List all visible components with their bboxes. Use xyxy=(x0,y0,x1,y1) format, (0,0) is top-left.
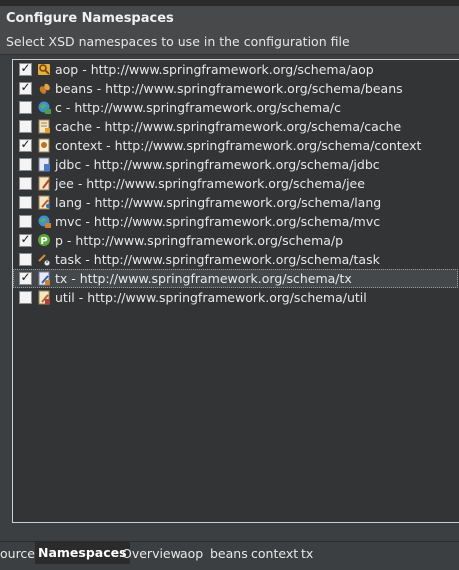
jdbc-icon xyxy=(38,157,50,172)
beans-icon xyxy=(39,83,50,94)
namespace-row-p[interactable]: ✓ P p - http://www.springframework.org/s… xyxy=(13,231,458,250)
namespace-row-jee[interactable]: jee - http://www.springframework.org/sch… xyxy=(13,174,458,193)
namespace-label: cache - http://www.springframework.org/s… xyxy=(55,119,402,134)
context-icon xyxy=(38,138,50,153)
tab-aop[interactable]: aop xyxy=(177,543,206,564)
check-mark: ✓ xyxy=(20,270,31,284)
namespace-list[interactable]: ✓ aop - http://www.springframework.org/s… xyxy=(12,59,459,523)
namespace-label: lang - http://www.springframework.org/sc… xyxy=(55,195,382,210)
tab-tx[interactable]: tx xyxy=(298,543,316,564)
namespace-checkbox-jdbc[interactable] xyxy=(19,158,32,171)
namespace-label: tx - http://www.springframework.org/sche… xyxy=(55,271,352,286)
namespace-label: jee - http://www.springframework.org/sch… xyxy=(55,176,365,191)
tab-source[interactable]: ource xyxy=(0,543,38,564)
check-mark: ✓ xyxy=(20,232,31,246)
namespace-checkbox-c[interactable] xyxy=(19,101,32,114)
namespace-checkbox-lang[interactable] xyxy=(19,196,32,209)
tab-beans[interactable]: beans xyxy=(207,543,251,564)
namespace-row-task[interactable]: task - http://www.springframework.org/sc… xyxy=(13,250,458,269)
check-mark: ✓ xyxy=(20,137,31,151)
namespace-row-jdbc[interactable]: jdbc - http://www.springframework.org/sc… xyxy=(13,155,458,174)
namespace-checkbox-util[interactable] xyxy=(19,291,32,304)
editor-tab-bar: ource Namespaces Overview aop beans cont… xyxy=(0,541,459,570)
namespace-label: p - http://www.springframework.org/schem… xyxy=(55,233,344,248)
check-mark: ✓ xyxy=(20,80,31,94)
namespace-checkbox-task[interactable] xyxy=(19,253,32,266)
dialog-subtitle: Select XSD namespaces to use in the conf… xyxy=(6,34,350,49)
namespace-checkbox-p[interactable]: ✓ xyxy=(19,232,32,247)
tab-context[interactable]: context xyxy=(248,543,301,564)
namespace-row-aop[interactable]: ✓ aop - http://www.springframework.org/s… xyxy=(13,60,458,79)
c-globe-icon xyxy=(38,101,51,114)
namespace-row-lang[interactable]: lang - http://www.springframework.org/sc… xyxy=(13,193,458,212)
namespace-row-context[interactable]: ✓ context - http://www.springframework.o… xyxy=(13,136,458,155)
namespace-label: aop - http://www.springframework.org/sch… xyxy=(55,62,374,77)
namespace-label: util - http://www.springframework.org/sc… xyxy=(55,290,367,305)
namespace-row-mvc[interactable]: mvc - http://www.springframework.org/sch… xyxy=(13,212,458,231)
namespace-row-cache[interactable]: cache - http://www.springframework.org/s… xyxy=(13,117,458,136)
tab-overview[interactable]: Overview xyxy=(119,543,184,564)
task-icon xyxy=(38,254,51,267)
namespace-label: context - http://www.springframework.org… xyxy=(55,138,422,153)
util-icon xyxy=(38,290,50,305)
namespace-checkbox-beans[interactable]: ✓ xyxy=(19,80,32,95)
namespace-row-beans[interactable]: ✓ beans - http://www.springframework.org… xyxy=(13,79,458,98)
p-icon: P xyxy=(38,234,50,247)
namespace-label: c - http://www.springframework.org/schem… xyxy=(55,100,341,115)
mvc-globe-icon xyxy=(38,215,51,228)
namespace-row-tx[interactable]: ✓ tx - http://www.springframework.org/sc… xyxy=(13,269,458,288)
namespace-label: jdbc - http://www.springframework.org/sc… xyxy=(55,157,380,172)
namespace-checkbox-jee[interactable] xyxy=(19,177,32,190)
jee-icon xyxy=(38,176,50,191)
lang-icon xyxy=(38,195,50,210)
namespace-row-c[interactable]: c - http://www.springframework.org/schem… xyxy=(13,98,458,117)
namespace-row-util[interactable]: util - http://www.springframework.org/sc… xyxy=(13,288,458,307)
tx-icon xyxy=(38,271,50,286)
svg-text:P: P xyxy=(40,236,47,247)
namespace-checkbox-mvc[interactable] xyxy=(19,215,32,228)
namespace-checkbox-tx[interactable]: ✓ xyxy=(19,270,32,285)
namespace-checkbox-cache[interactable] xyxy=(19,120,32,133)
dialog-header: Configure Namespaces Select XSD namespac… xyxy=(0,6,459,55)
tab-namespaces[interactable]: Namespaces xyxy=(35,542,130,564)
namespace-label: mvc - http://www.springframework.org/sch… xyxy=(55,214,381,229)
namespace-label: task - http://www.springframework.org/sc… xyxy=(55,252,380,267)
namespace-checkbox-context[interactable]: ✓ xyxy=(19,137,32,152)
aop-icon xyxy=(38,64,50,75)
namespace-checkbox-aop[interactable]: ✓ xyxy=(19,61,32,76)
check-mark: ✓ xyxy=(20,61,31,75)
dialog-title: Configure Namespaces xyxy=(6,11,174,26)
cache-icon xyxy=(38,119,50,134)
namespace-label: beans - http://www.springframework.org/s… xyxy=(55,81,403,96)
